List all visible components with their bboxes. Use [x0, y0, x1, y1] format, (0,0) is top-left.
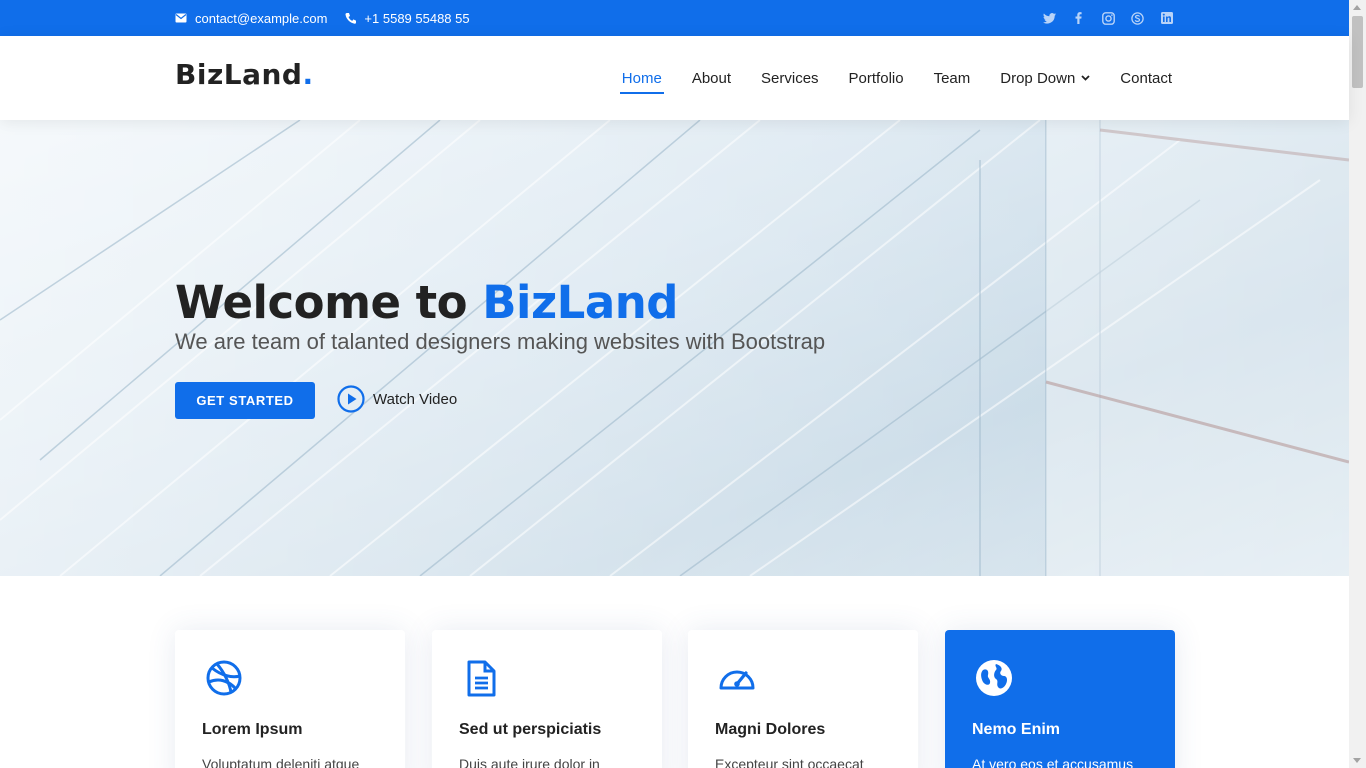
chevron-down-icon	[1081, 75, 1090, 81]
phone-item: +1 5589 55488 55	[345, 10, 470, 26]
nav-team-label[interactable]: Team	[934, 70, 971, 87]
document-icon	[467, 660, 496, 697]
twitter-icon[interactable]	[1042, 11, 1056, 25]
service-title: Lorem Ipsum	[202, 721, 303, 738]
facebook-icon[interactable]	[1072, 11, 1086, 25]
skype-icon[interactable]	[1131, 11, 1145, 25]
service-text: Excepteur sint occaecat	[715, 756, 864, 768]
nav-contact[interactable]: Contact	[1120, 70, 1172, 87]
service-card-featured[interactable]: Nemo Enim At vero eos et accusamus	[945, 630, 1175, 768]
nav-dropdown[interactable]: Drop Down	[1000, 70, 1090, 87]
service-card[interactable]: Magni Dolores Excepteur sint occaecat	[688, 630, 918, 768]
dribbble-icon	[206, 660, 242, 696]
service-card[interactable]: Lorem Ipsum Voluptatum deleniti atque	[175, 630, 405, 768]
hero-title: Welcome to BizLand	[175, 276, 678, 329]
nav-home[interactable]: Home	[619, 70, 664, 94]
phone-text: +1 5589 55488 55	[364, 10, 470, 26]
service-card[interactable]: Sed ut perspiciatis Duis aute irure dolo…	[432, 630, 662, 768]
nav-portfolio-label[interactable]: Portfolio	[849, 70, 904, 87]
linkedin-icon[interactable]	[1160, 11, 1174, 25]
hero-title-brand: BizLand	[482, 276, 678, 329]
hero-section: Welcome to BizLand We are team of talant…	[0, 120, 1349, 576]
phone-icon	[345, 13, 357, 24]
nav-home-label[interactable]: Home	[622, 70, 662, 87]
logo-dot: .	[302, 58, 314, 91]
play-icon	[337, 385, 365, 413]
nav-about-label[interactable]: About	[692, 70, 731, 87]
service-text: Voluptatum deleniti atque	[202, 756, 360, 768]
top-bar: contact@example.com +1 5589 55488 55	[0, 0, 1349, 36]
contact-info: contact@example.com +1 5589 55488 55	[175, 0, 488, 36]
email-text[interactable]: contact@example.com	[195, 11, 327, 26]
email-item[interactable]: contact@example.com	[175, 11, 327, 26]
nav-contact-label[interactable]: Contact	[1120, 70, 1172, 87]
site-header: BizLand. Home About Services Portfolio T…	[0, 36, 1349, 120]
main-nav: Home About Services Portfolio Team Drop …	[592, 36, 1172, 120]
service-title: Nemo Enim	[972, 721, 1061, 738]
nav-services[interactable]: Services	[761, 70, 819, 87]
get-started-button[interactable]: GET STARTED	[175, 382, 315, 419]
nav-dropdown-label[interactable]: Drop Down	[1000, 70, 1075, 87]
service-title: Magni Dolores	[715, 721, 826, 738]
social-links	[1027, 0, 1175, 36]
site-logo[interactable]: BizLand.	[175, 58, 314, 91]
scrollbar-thumb[interactable]	[1352, 16, 1363, 88]
envelope-icon	[175, 13, 187, 23]
service-title: Sed ut perspiciatis	[459, 721, 602, 738]
nav-services-label[interactable]: Services	[761, 70, 819, 87]
scroll-up-arrow[interactable]	[1353, 5, 1361, 10]
globe-icon	[976, 660, 1012, 696]
hero-subtitle: We are team of talanted designers making…	[175, 329, 826, 354]
scroll-down-arrow[interactable]	[1353, 758, 1361, 763]
service-text: Duis aute irure dolor in	[459, 756, 600, 768]
instagram-icon[interactable]	[1101, 11, 1115, 25]
nav-team[interactable]: Team	[934, 70, 971, 87]
watch-video-label[interactable]: Watch Video	[373, 391, 457, 408]
speedometer-icon	[719, 670, 755, 690]
page-scrollbar[interactable]	[1349, 0, 1366, 768]
logo-text[interactable]: BizLand	[175, 58, 302, 91]
nav-about[interactable]: About	[692, 70, 731, 87]
watch-video-button[interactable]: Watch Video	[337, 385, 457, 413]
nav-portfolio[interactable]: Portfolio	[849, 70, 904, 87]
hero-title-prefix: Welcome to	[175, 276, 483, 329]
service-text: At vero eos et accusamus	[972, 756, 1134, 768]
